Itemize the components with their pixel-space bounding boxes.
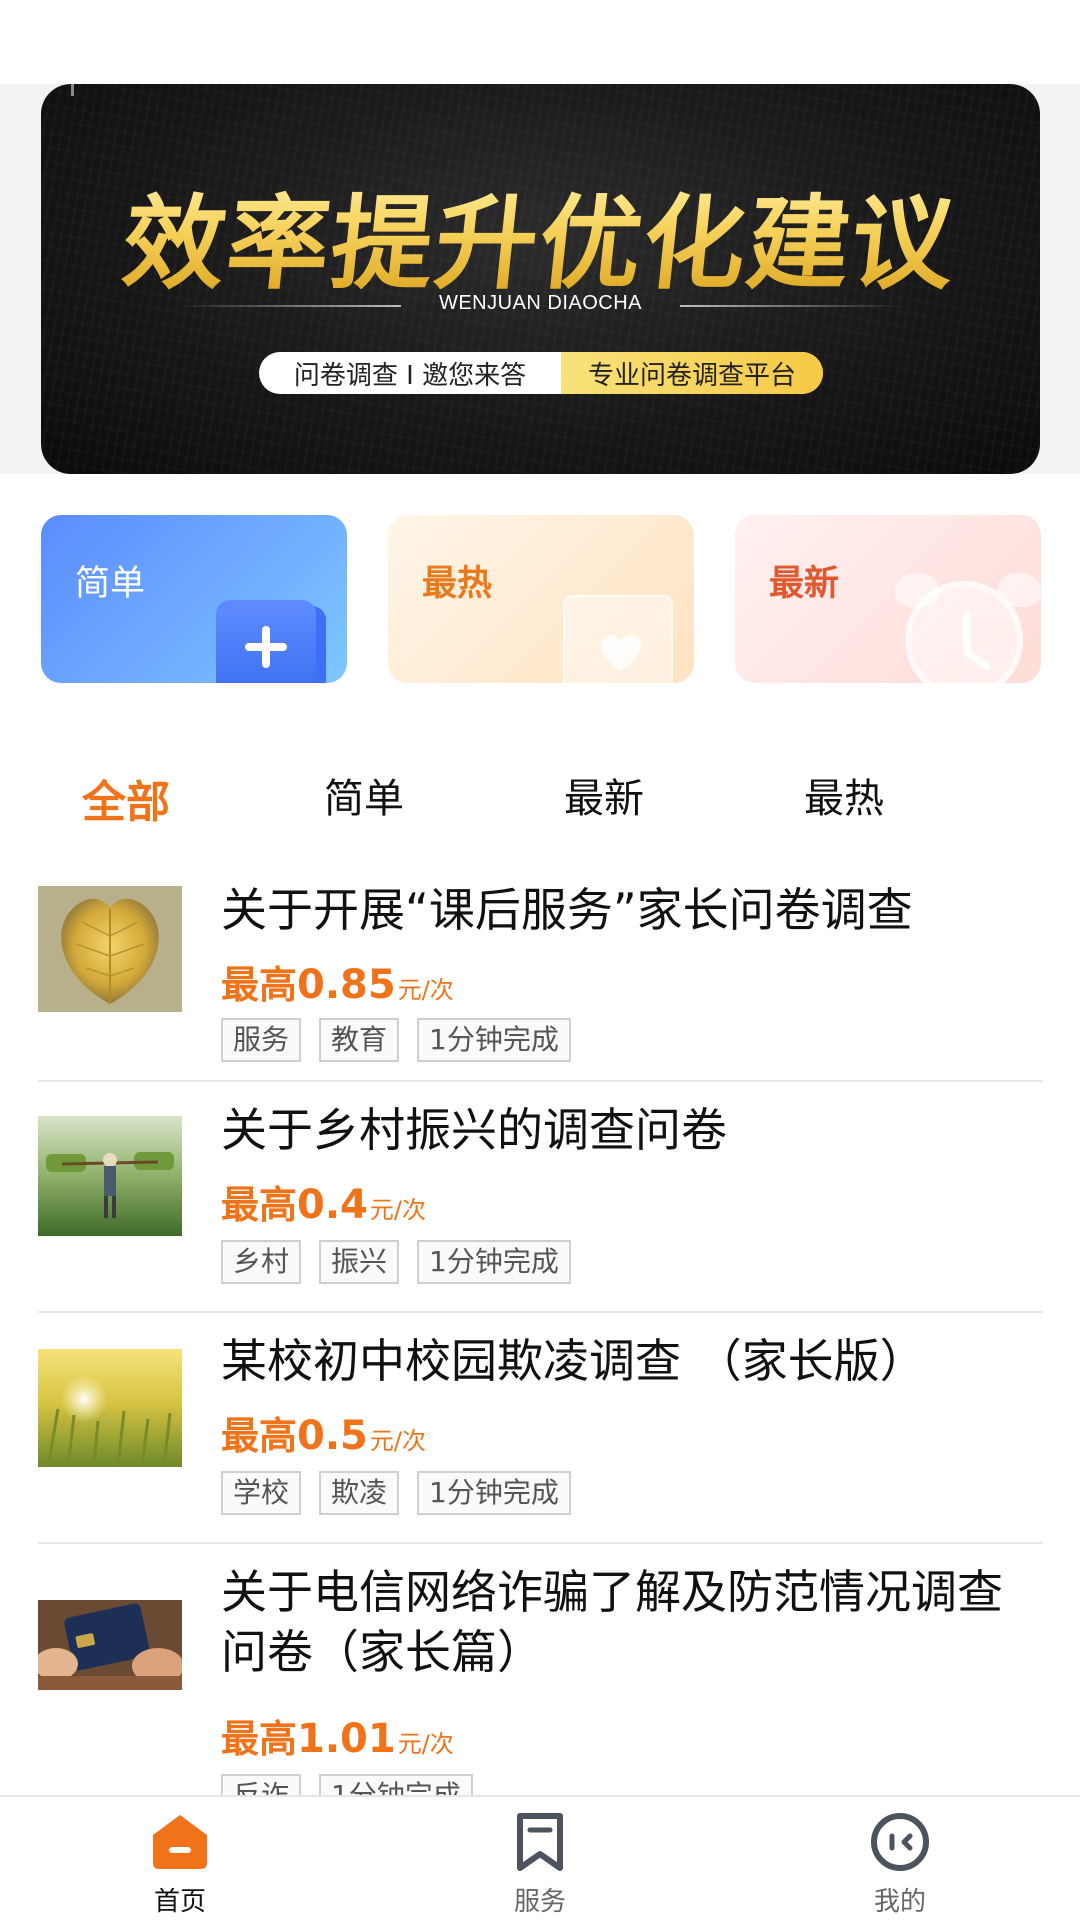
home-icon [149, 1811, 211, 1873]
nav-service-label: 服务 [513, 1887, 566, 1917]
survey-tags: 乡村 振兴 1分钟完成 [221, 1240, 571, 1284]
nav-home-label: 首页 [153, 1887, 206, 1917]
banner-carousel[interactable]: 效率提升优化建议 WENJUAN DIAOCHA 问卷调查 I 邀您来答 专业问… [0, 84, 1080, 474]
reward-prefix: 最高 [221, 963, 298, 1007]
banner-slide[interactable]: 效率提升优化建议 WENJUAN DIAOCHA 问卷调查 I 邀您来答 专业问… [41, 84, 1040, 474]
reward-unit: 元/次 [369, 1196, 426, 1224]
survey-item[interactable]: 关于开展“课后服务”家长问卷调查 最高 0.85 元/次 服务 教育 1分钟完成 [38, 860, 1043, 1082]
category-cards: 简单 最热 最新 [41, 515, 1041, 683]
category-card-label: 最热 [422, 564, 493, 604]
survey-list: 关于开展“课后服务”家长问卷调查 最高 0.85 元/次 服务 教育 1分钟完成 [38, 860, 1043, 1844]
survey-reward: 最高 0.4 元/次 [221, 1174, 426, 1229]
reward-amount: 0.5 [297, 1413, 368, 1459]
banner-slogan-pill: 问卷调查 I 邀您来答 专业问卷调查平台 [259, 352, 823, 394]
survey-title: 关于乡村振兴的调查问卷 [221, 1103, 727, 1157]
survey-thumbnail [38, 1600, 182, 1690]
category-card-label: 简单 [75, 564, 146, 604]
nav-profile[interactable]: 我的 [830, 1811, 970, 1918]
survey-tag: 振兴 [319, 1240, 400, 1284]
filter-tabs: 全部 简单 最新 最热 [0, 766, 1080, 828]
survey-title: 某校初中校园欺凌调查 （家长版） [221, 1334, 926, 1388]
app-screen: 效率提升优化建议 WENJUAN DIAOCHA 问卷调查 I 邀您来答 专业问… [0, 0, 1080, 1920]
bookmark-icon [509, 1811, 571, 1873]
survey-reward: 最高 0.85 元/次 [221, 954, 454, 1009]
survey-tags: 服务 教育 1分钟完成 [221, 1018, 571, 1062]
plus-document-icon [216, 600, 316, 683]
tab-hottest[interactable]: 最热 [764, 766, 924, 824]
reward-amount: 0.85 [297, 962, 396, 1008]
category-card-new[interactable]: 最新 [735, 515, 1041, 683]
nav-home[interactable]: 首页 [110, 1811, 250, 1918]
survey-tag: 学校 [221, 1471, 302, 1515]
bottom-tab-bar: 首页 服务 我的 [0, 1795, 1080, 1920]
reward-prefix: 最高 [221, 1414, 298, 1458]
survey-title: 关于开展“课后服务”家长问卷调查 [221, 883, 913, 937]
survey-thumbnail [38, 1349, 182, 1467]
reward-unit: 元/次 [397, 976, 454, 1004]
tab-simple[interactable]: 简单 [284, 766, 444, 824]
category-card-simple[interactable]: 简单 [41, 515, 347, 683]
survey-title: 关于电信网络诈骗了解及防范情况调查问卷（家长篇） [221, 1565, 1003, 1679]
clock-hand-minute [962, 647, 992, 672]
reward-amount: 1.01 [297, 1716, 396, 1762]
category-card-hot[interactable]: 最热 [388, 515, 694, 683]
banner-corner-mark [71, 84, 113, 96]
survey-tag: 1分钟完成 [417, 1240, 571, 1284]
survey-tag: 1分钟完成 [417, 1018, 571, 1062]
survey-item[interactable]: 某校初中校园欺凌调查 （家长版） 最高 0.5 元/次 学校 欺凌 1分钟完成 [38, 1313, 1043, 1544]
banner-title: 效率提升优化建议 [41, 162, 1040, 309]
tab-all[interactable]: 全部 [46, 766, 206, 830]
nav-profile-label: 我的 [873, 1887, 926, 1917]
reward-amount: 0.4 [297, 1182, 368, 1228]
survey-tag: 服务 [221, 1018, 302, 1062]
reward-prefix: 最高 [221, 1183, 298, 1227]
banner-slogan-left: 问卷调查 I 邀您来答 [293, 360, 527, 391]
survey-tag: 教育 [319, 1018, 400, 1062]
banner-slogan-right: 专业问卷调查平台 [561, 352, 823, 394]
reward-prefix: 最高 [221, 1717, 298, 1761]
survey-tag: 1分钟完成 [417, 1471, 571, 1515]
category-card-label: 最新 [769, 564, 840, 604]
clock-hand-hour [963, 611, 971, 653]
tab-newest[interactable]: 最新 [524, 766, 684, 824]
banner-divider-right [680, 305, 905, 307]
survey-reward: 最高 0.5 元/次 [221, 1405, 426, 1460]
profile-face-icon [869, 1811, 931, 1873]
reward-unit: 元/次 [397, 1730, 454, 1758]
survey-item[interactable]: 关于乡村振兴的调查问卷 最高 0.4 元/次 乡村 振兴 1分钟完成 [38, 1082, 1043, 1313]
survey-tag: 欺凌 [319, 1471, 400, 1515]
survey-tag: 乡村 [221, 1240, 302, 1284]
survey-tags: 学校 欺凌 1分钟完成 [221, 1471, 571, 1515]
reward-unit: 元/次 [369, 1427, 426, 1455]
survey-thumbnail [38, 1116, 182, 1236]
heart-box-icon [563, 595, 673, 683]
survey-thumbnail [38, 886, 182, 1012]
banner-subtitle: WENJUAN DIAOCHA [438, 292, 643, 314]
nav-service[interactable]: 服务 [470, 1811, 610, 1918]
heart-icon [601, 635, 641, 671]
survey-reward: 最高 1.01 元/次 [221, 1708, 454, 1763]
